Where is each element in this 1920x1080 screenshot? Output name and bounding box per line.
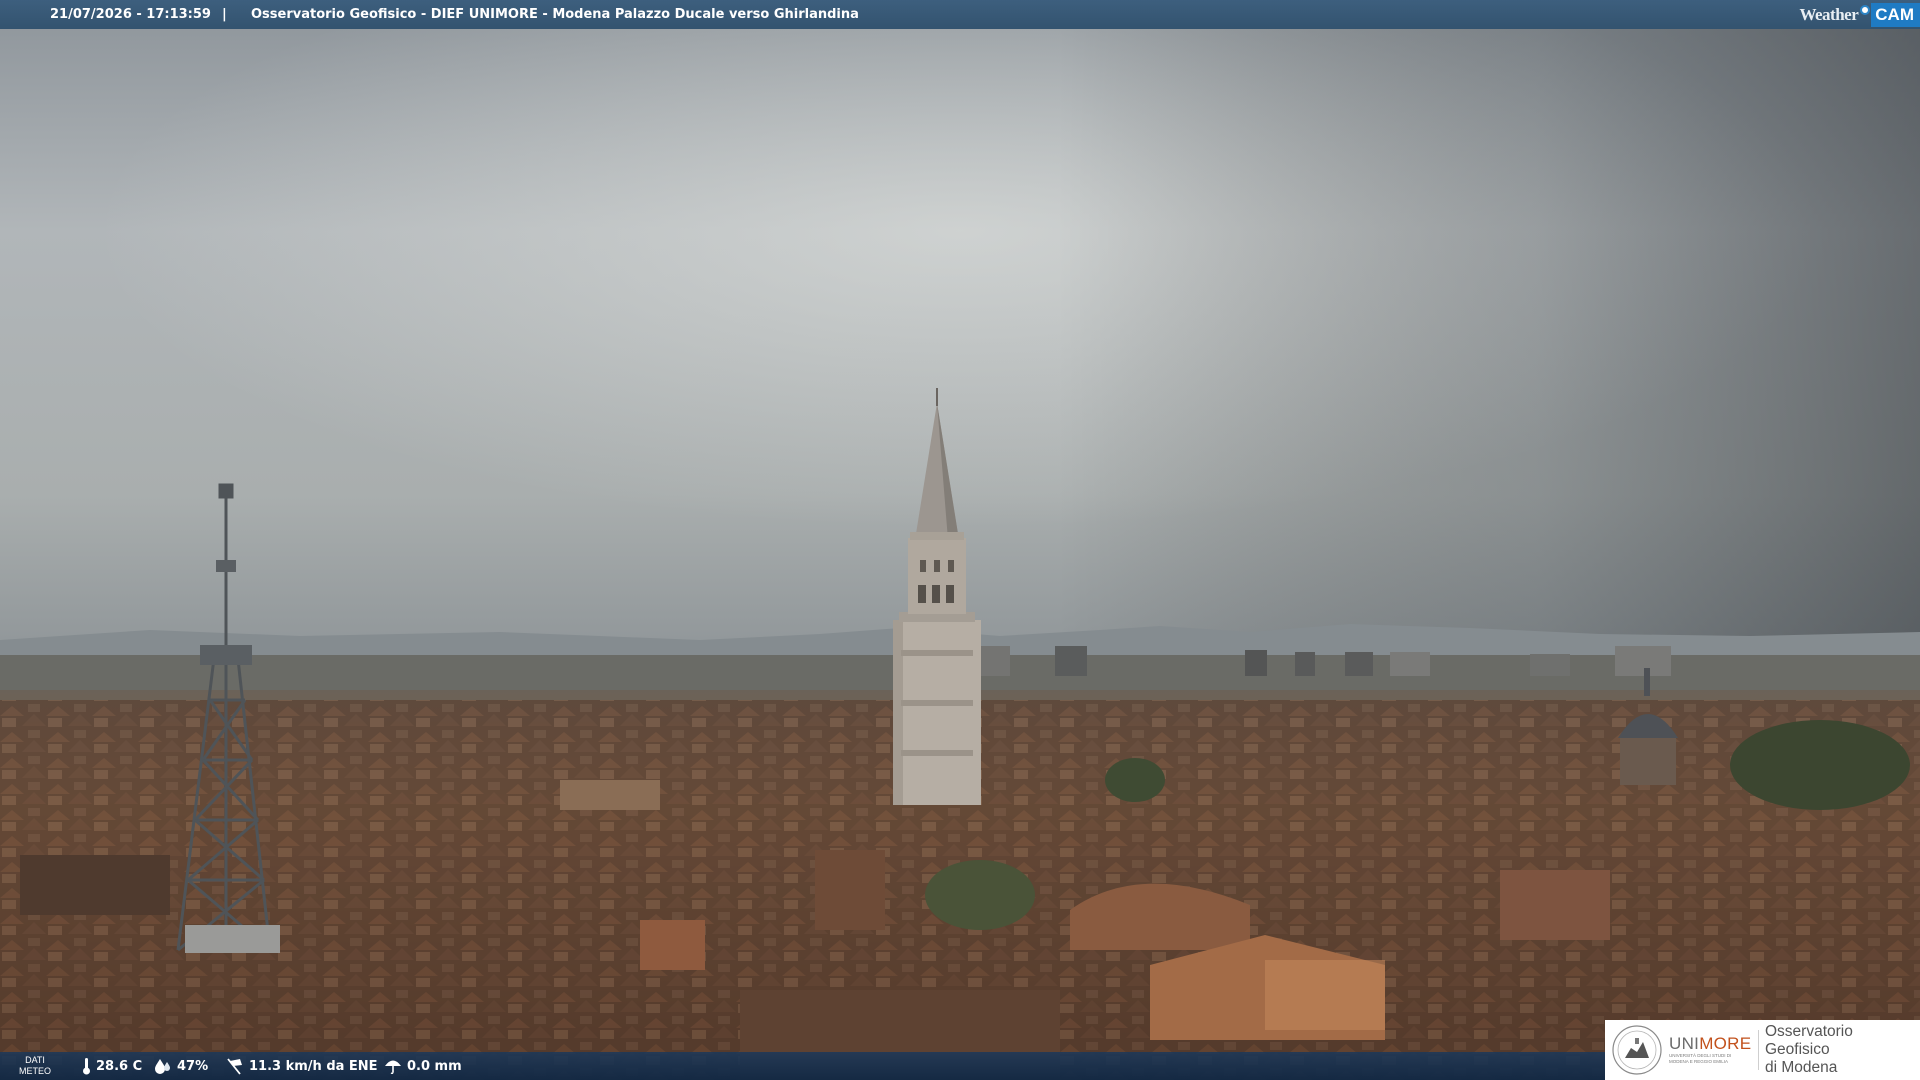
temperature-value: 28.6 C [96, 1058, 143, 1074]
thermometer-icon [82, 1057, 91, 1075]
meteo-bar: DATI METEO 28.6 C 47% 11.3 km/h da ENE 0… [0, 1052, 1605, 1080]
unimore-subtitle-line2: MODENA E REGGIO EMILIA [1669, 1059, 1729, 1064]
observatory-line1: Osservatorio Geofisico [1764, 1023, 1853, 1058]
unimore-more: MORE [1699, 1034, 1752, 1053]
weathercam-logo-dot-icon [1860, 4, 1871, 15]
wind-value: 11.3 km/h da ENE [249, 1058, 378, 1074]
meteo-label-line2: METEO [18, 1066, 51, 1076]
meteo-label: DATI METEO [14, 1055, 56, 1077]
university-seal-icon [1611, 1024, 1663, 1076]
rain-value: 0.0 mm [407, 1058, 462, 1074]
humidity-value: 47% [177, 1058, 209, 1074]
camera-title: Osservatorio Geofisico - DIEF UNIMORE - … [251, 7, 859, 22]
weathercam-logo: Weather CAM [1799, 0, 1920, 29]
droplet-icon [154, 1058, 172, 1074]
logo-divider [1758, 1030, 1759, 1070]
umbrella-icon [384, 1058, 402, 1074]
webcam-image [0, 0, 1920, 1080]
city-panorama [0, 0, 1920, 1080]
wind-sock-icon [226, 1057, 244, 1075]
humidity-reading: 47% [154, 1052, 208, 1080]
observatory-line2: di Modena [1764, 1059, 1838, 1076]
unimore-brand: UNIMORE UNIVERSITÀ DEGLI STUDI DI MODENA… [1669, 1035, 1756, 1065]
header-separator: | [222, 7, 227, 22]
unimore-uni: UNI [1669, 1034, 1700, 1053]
wind-reading: 11.3 km/h da ENE [226, 1052, 378, 1080]
unimore-logo-panel: UNIMORE UNIVERSITÀ DEGLI STUDI DI MODENA… [1605, 1020, 1920, 1080]
rain-reading: 0.0 mm [384, 1052, 462, 1080]
weathercam-logo-cam: CAM [1871, 2, 1920, 27]
meteo-label-line1: DATI [25, 1055, 45, 1065]
timestamp: 21/07/2026 - 17:13:59 [50, 7, 211, 22]
temperature-reading: 28.6 C [82, 1052, 142, 1080]
header-bar: 21/07/2026 - 17:13:59 | Osservatorio Geo… [0, 0, 1920, 29]
observatory-name: Osservatorio Geofisico di Modena [1765, 1023, 1920, 1077]
weathercam-logo-weather: Weather [1799, 5, 1859, 24]
